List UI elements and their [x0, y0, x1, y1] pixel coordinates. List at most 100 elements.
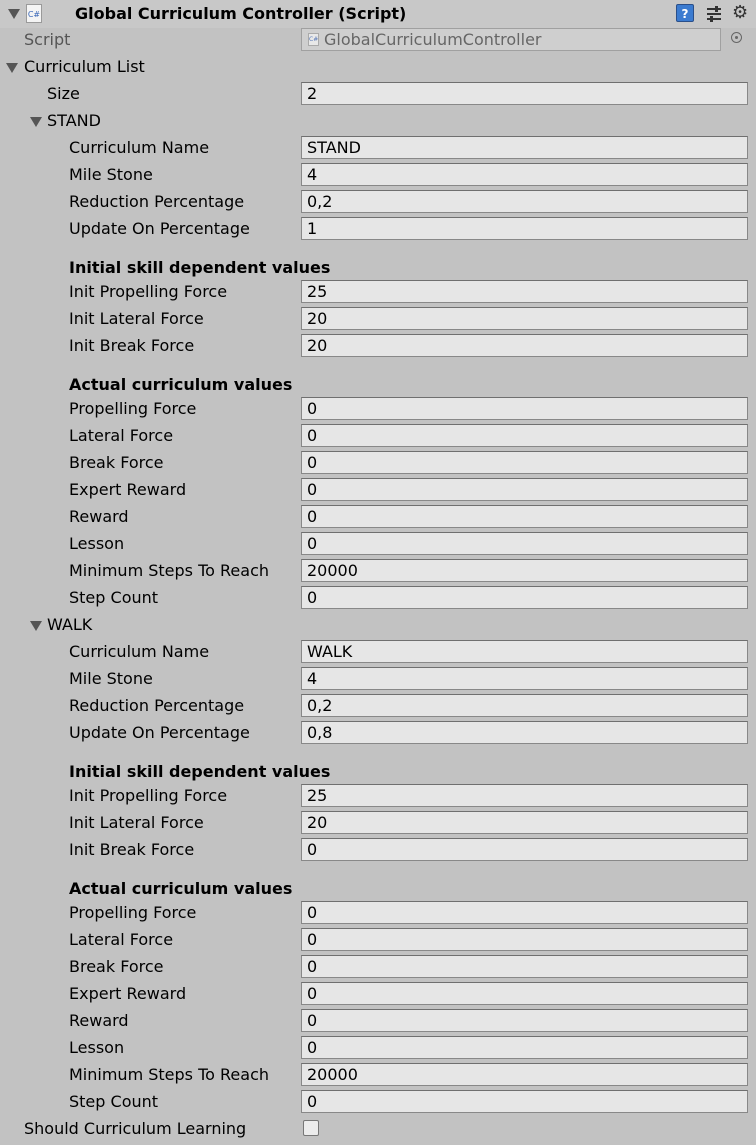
property-row: Break Force 0 — [0, 450, 756, 477]
size-row: Size 2 — [0, 81, 756, 108]
property-label: Mile Stone — [69, 165, 153, 184]
property-label: Reward — [69, 507, 129, 526]
property-label: Init Propelling Force — [69, 786, 228, 805]
property-label: Lateral Force — [69, 426, 174, 445]
gear-icon[interactable]: ⚙ — [732, 3, 752, 23]
presets-icon[interactable] — [705, 4, 725, 24]
property-input[interactable]: 0 — [301, 982, 748, 1005]
property-input[interactable]: 0 — [301, 838, 748, 861]
property-input[interactable]: 4 — [301, 163, 748, 186]
section-heading: Actual curriculum values — [0, 372, 756, 399]
property-row: Reduction Percentage 0,2 — [0, 189, 756, 216]
section-heading: Initial skill dependent values — [0, 759, 756, 786]
element-fold-icon[interactable] — [30, 621, 42, 631]
element-fold-icon[interactable] — [30, 117, 42, 127]
property-input[interactable]: 20000 — [301, 559, 748, 582]
property-label: Step Count — [69, 1092, 159, 1111]
property-input[interactable]: 0 — [301, 901, 748, 924]
property-input[interactable]: 1 — [301, 217, 748, 240]
element-header-label: STAND — [47, 111, 101, 130]
property-row: Init Propelling Force 25 — [0, 783, 756, 810]
help-icon[interactable]: ? — [676, 4, 696, 24]
element-header[interactable]: WALK — [0, 612, 756, 639]
property-input[interactable]: 0 — [301, 397, 748, 420]
script-field[interactable]: C# GlobalCurriculumController — [301, 28, 721, 51]
property-row: Curriculum Name STAND — [0, 135, 756, 162]
property-label: Init Propelling Force — [69, 282, 228, 301]
property-label: Update On Percentage — [69, 723, 250, 742]
property-label: Minimum Steps To Reach — [69, 561, 269, 580]
property-row: Reward 0 — [0, 504, 756, 531]
property-input[interactable]: 0 — [301, 505, 748, 528]
script-file-icon: C# — [308, 33, 319, 46]
property-label: Propelling Force — [69, 903, 197, 922]
property-input[interactable]: 0 — [301, 532, 748, 555]
curriculum-list-fold-icon[interactable] — [6, 63, 18, 73]
script-value: GlobalCurriculumController — [324, 30, 542, 49]
property-input[interactable]: 4 — [301, 667, 748, 690]
property-label: Init Lateral Force — [69, 309, 204, 328]
property-input[interactable]: 0,8 — [301, 721, 748, 744]
property-label: Reward — [69, 1011, 129, 1030]
curriculum-list-label: Curriculum List — [24, 57, 145, 76]
should-learning-row: Should Curriculum Learning — [0, 1116, 756, 1143]
property-input[interactable]: 0 — [301, 928, 748, 951]
property-label: Init Lateral Force — [69, 813, 204, 832]
property-label: Init Break Force — [69, 840, 195, 859]
actual-values-heading: Actual curriculum values — [69, 375, 293, 394]
property-input[interactable]: 20 — [301, 307, 748, 330]
property-row: Propelling Force 0 — [0, 900, 756, 927]
property-input[interactable]: 0 — [301, 955, 748, 978]
property-input[interactable]: 20000 — [301, 1063, 748, 1086]
property-label: Update On Percentage — [69, 219, 250, 238]
script-row: Script C# GlobalCurriculumController — [0, 27, 756, 54]
property-label: Propelling Force — [69, 399, 197, 418]
element-header-label: WALK — [47, 615, 93, 634]
property-input[interactable]: 20 — [301, 334, 748, 357]
component-header[interactable]: C# Global Curriculum Controller (Script)… — [0, 0, 756, 28]
property-row: Init Break Force 0 — [0, 837, 756, 864]
property-row: Lesson 0 — [0, 531, 756, 558]
property-input[interactable]: 20 — [301, 811, 748, 834]
property-row: Break Force 0 — [0, 954, 756, 981]
curriculum-list-header[interactable]: Curriculum List — [0, 54, 756, 81]
property-input[interactable]: 0 — [301, 424, 748, 447]
property-input[interactable]: 0,2 — [301, 190, 748, 213]
property-row: Curriculum Name WALK — [0, 639, 756, 666]
object-picker-icon[interactable] — [731, 32, 742, 43]
element-header[interactable]: STAND — [0, 108, 756, 135]
property-input[interactable]: 0,2 — [301, 694, 748, 717]
property-label: Lateral Force — [69, 930, 174, 949]
property-label: Break Force — [69, 957, 164, 976]
property-label: Minimum Steps To Reach — [69, 1065, 269, 1084]
component-title: Global Curriculum Controller (Script) — [75, 4, 407, 23]
initial-values-heading: Initial skill dependent values — [69, 258, 331, 277]
property-input[interactable]: 0 — [301, 1009, 748, 1032]
initial-values-heading: Initial skill dependent values — [69, 762, 331, 781]
property-row: Init Break Force 20 — [0, 333, 756, 360]
property-input[interactable]: 0 — [301, 1090, 748, 1113]
csharp-script-icon: C# — [26, 4, 42, 23]
property-row: Init Lateral Force 20 — [0, 306, 756, 333]
size-input[interactable]: 2 — [301, 82, 748, 105]
property-input[interactable]: STAND — [301, 136, 748, 159]
property-label: Expert Reward — [69, 984, 187, 1003]
property-label: Reduction Percentage — [69, 696, 245, 715]
property-label: Curriculum Name — [69, 642, 210, 661]
property-row: Lateral Force 0 — [0, 423, 756, 450]
property-input[interactable]: WALK — [301, 640, 748, 663]
property-label: Curriculum Name — [69, 138, 210, 157]
property-row: Reduction Percentage 0,2 — [0, 693, 756, 720]
property-label: Lesson — [69, 534, 125, 553]
property-input[interactable]: 0 — [301, 478, 748, 501]
should-learning-checkbox[interactable] — [303, 1120, 319, 1136]
property-row: Minimum Steps To Reach 20000 — [0, 1062, 756, 1089]
property-input[interactable]: 0 — [301, 1036, 748, 1059]
property-input[interactable]: 25 — [301, 784, 748, 807]
component-fold-arrow-icon[interactable] — [8, 9, 20, 19]
property-input[interactable]: 0 — [301, 451, 748, 474]
property-input[interactable]: 0 — [301, 586, 748, 609]
property-input[interactable]: 25 — [301, 280, 748, 303]
script-label: Script — [24, 30, 71, 49]
property-row: Reward 0 — [0, 1008, 756, 1035]
